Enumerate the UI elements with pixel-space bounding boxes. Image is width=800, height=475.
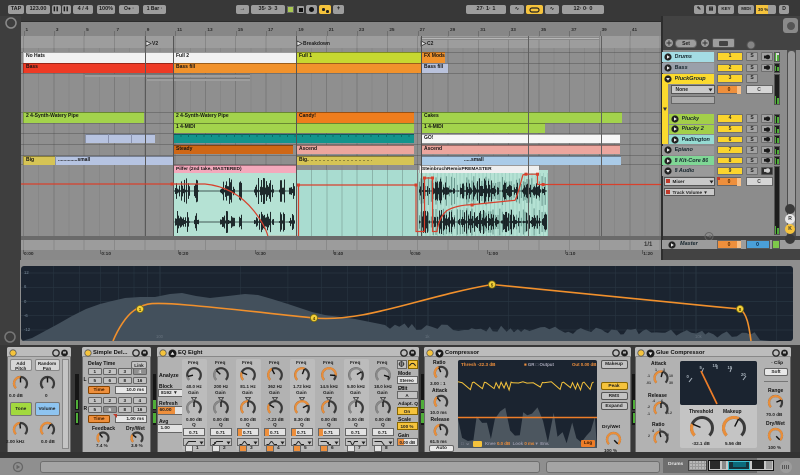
svg-text:15: 15 (728, 365, 733, 370)
svg-text:10: 10 (713, 363, 718, 368)
svg-text:20: 20 (741, 372, 746, 377)
